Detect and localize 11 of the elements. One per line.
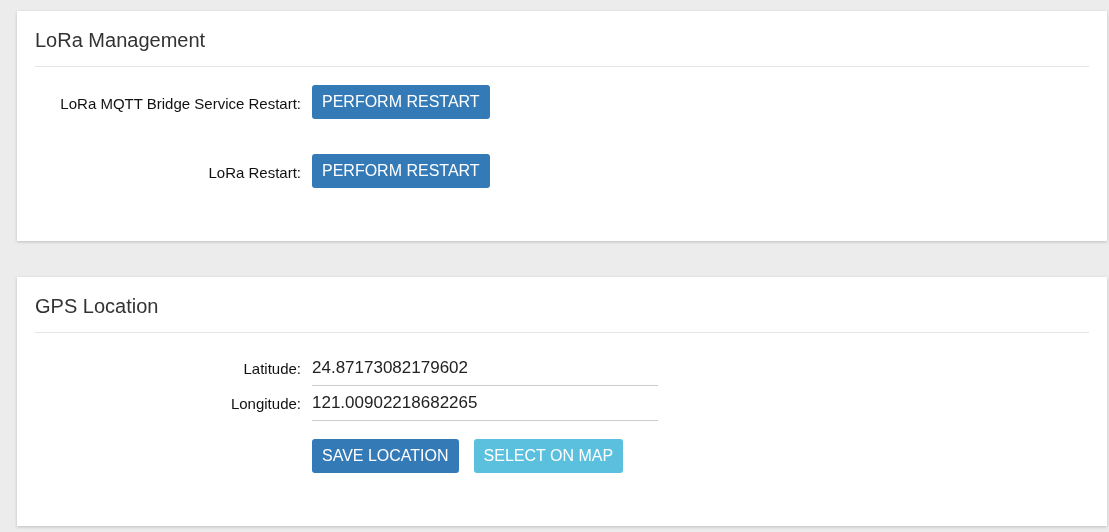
restart-button[interactable]: PERFORM RESTART <box>312 85 490 119</box>
field-label: Longitude: <box>229 393 301 414</box>
field-label: LoRa Restart: <box>207 163 301 181</box>
restart-button[interactable]: PERFORM RESTART <box>312 154 490 188</box>
action-button[interactable]: SAVE LOCATION <box>312 439 459 473</box>
input-field[interactable]: 24.87173082179602 <box>312 353 658 386</box>
panel-title: LoRa Management <box>35 27 1089 67</box>
panel-title: GPS Location <box>35 293 1089 333</box>
field-label: Latitude: <box>242 358 301 379</box>
field-label: LoRa MQTT Bridge Service Restart: <box>59 94 301 112</box>
input-field[interactable]: 121.00902218682265 <box>312 388 658 421</box>
